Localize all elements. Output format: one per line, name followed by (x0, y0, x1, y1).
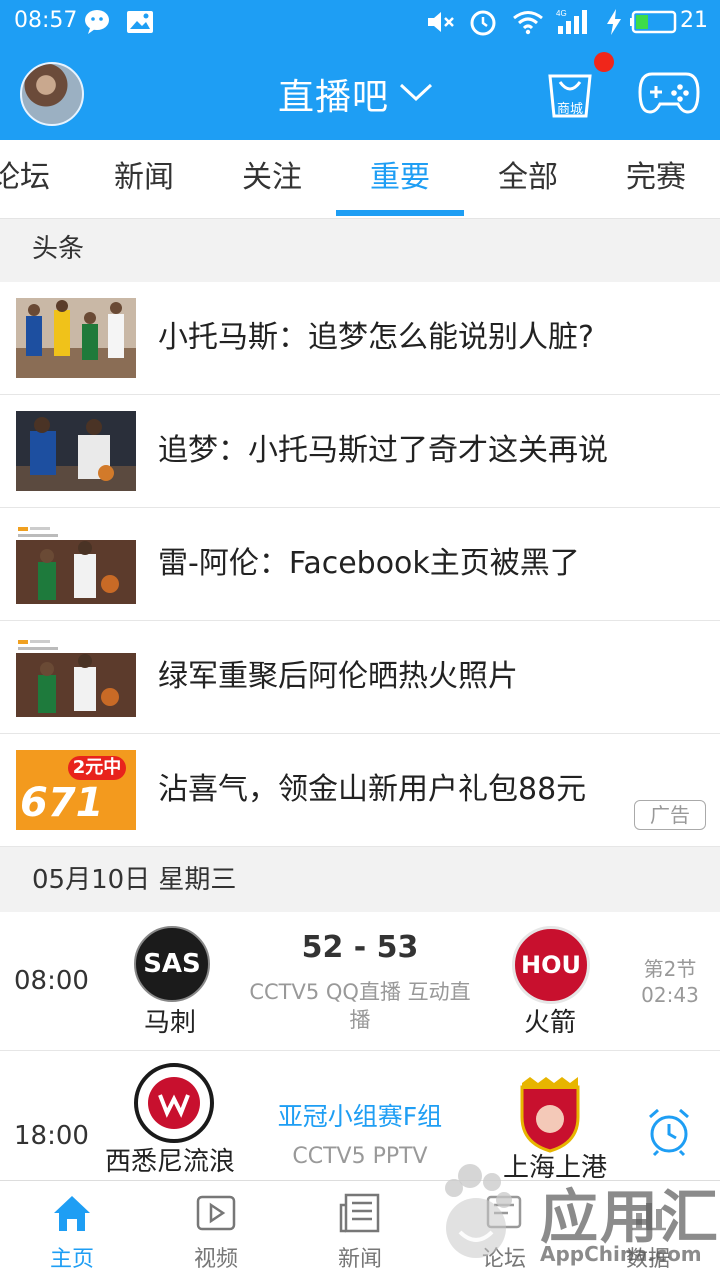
wechat-icon (84, 8, 114, 36)
alarm-icon (468, 8, 498, 36)
charging-icon (604, 8, 624, 36)
news-item[interactable]: 绿军重聚后阿伦晒热火照片 (0, 621, 720, 734)
tab-all[interactable]: 全部 (464, 140, 592, 218)
svg-text:4G: 4G (556, 9, 567, 18)
avatar[interactable] (20, 62, 84, 126)
ad-thumbnail: 2元中 671万 (16, 750, 136, 830)
tab-news[interactable]: 新闻 (80, 140, 208, 218)
section-header-headlines: 头条 (0, 219, 720, 279)
app-title: 直播吧 (278, 77, 390, 118)
tab-important[interactable]: 重要 (336, 140, 464, 218)
tab-forum[interactable]: 论坛 (0, 140, 70, 218)
ad-item[interactable]: 2元中 671万 沾喜气，领金山新用户礼包88元 广告 (0, 734, 720, 847)
spurs-logo: SAS (134, 926, 210, 1002)
tab-follow[interactable]: 关注 (208, 140, 336, 218)
ad-thumb-text: 671万 (20, 780, 104, 830)
wifi-icon (512, 8, 544, 36)
home-team-name: 西悉尼流浪 (104, 1147, 235, 1177)
news-item[interactable]: 小托马斯：追梦怎么能说别人脏? (0, 282, 720, 395)
status-time: 08:57 (14, 8, 78, 33)
ad-badge: 广告 (634, 800, 706, 830)
game-time: 08:00 (14, 966, 89, 996)
news-thumbnail (16, 637, 136, 717)
broadcast-channels: CCTV5 QQ直播 互动直播 (249, 980, 471, 1032)
battery-percent: 21 (680, 8, 708, 33)
nav-news[interactable]: 新闻 (288, 1181, 432, 1281)
news-title: 雷-阿伦：Facebook主页被黑了 (158, 546, 580, 581)
home-team-name: 马刺 (143, 1008, 196, 1038)
nav-home[interactable]: 主页 (0, 1181, 144, 1281)
gamepad-icon (638, 72, 700, 114)
appchina-watermark: 应用汇 AppChina.com (430, 1150, 720, 1280)
away-team-name: 火箭 (523, 1008, 576, 1038)
image-notification-icon (126, 8, 154, 36)
nav-video[interactable]: 视频 (144, 1181, 288, 1281)
wanderers-logo (134, 1063, 214, 1143)
game-time: 18:00 (14, 1121, 89, 1151)
news-item[interactable]: 追梦：小托马斯过了奇才这关再说 (0, 395, 720, 508)
shop-button[interactable]: 商城 (544, 66, 596, 120)
news-title: 追梦：小托马斯过了奇才这关再说 (158, 433, 608, 468)
tab-finished[interactable]: 完赛 (592, 140, 720, 218)
battery-icon (630, 8, 678, 36)
category-tabs: 论坛 新闻 关注 重要 全部 完赛 (0, 140, 720, 219)
shop-label: 商城 (556, 102, 583, 117)
watermark-logo-icon (445, 1164, 512, 1258)
rockets-logo: HOU (512, 926, 590, 1004)
nav-label: 主页 (49, 1247, 94, 1272)
app-bar: 直播吧 商城 (0, 44, 720, 140)
cellular-signal-icon: 4G (554, 8, 590, 36)
status-bar: 08:57 4G 21 (0, 0, 720, 44)
video-icon (196, 1195, 236, 1231)
newspaper-icon (339, 1193, 380, 1233)
sipg-logo (518, 1077, 582, 1153)
news-thumbnail (16, 524, 136, 604)
news-title: 小托马斯：追梦怎么能说别人脏? (158, 320, 594, 355)
news-item[interactable]: 雷-阿伦：Facebook主页被黑了 (0, 508, 720, 621)
news-thumbnail (16, 411, 136, 491)
ad-thumb-text: 2元中 (68, 756, 126, 780)
game-score: 52 - 53 (301, 930, 419, 965)
section-title: 头条 (32, 234, 85, 264)
nav-label: 新闻 (337, 1247, 382, 1272)
game-button[interactable] (638, 70, 700, 116)
game-row[interactable]: 08:00 SAS 马刺 52 - 53 CCTV5 QQ直播 互动直播 HOU… (0, 912, 720, 1051)
watermark-subtext: AppChina.com (540, 1242, 702, 1266)
date-label: 05月10日 星期三 (32, 865, 237, 895)
game-period: 第2节 (643, 957, 697, 981)
home-icon (54, 1196, 90, 1231)
channel-selector[interactable]: 直播吧 (278, 68, 433, 120)
notification-dot (594, 52, 614, 72)
section-header-date: 05月10日 星期三 (0, 848, 720, 912)
news-thumbnail (16, 298, 136, 378)
league-name: 亚冠小组赛F组 (277, 1102, 443, 1131)
active-tab-indicator (336, 210, 464, 216)
chevron-down-icon (399, 82, 433, 106)
mute-icon (426, 8, 456, 36)
news-title: 绿军重聚后阿伦晒热火照片 (158, 659, 518, 694)
game-clock: 02:43 (641, 983, 699, 1007)
news-title: 沾喜气，领金山新用户礼包88元 (158, 772, 587, 807)
nav-label: 视频 (193, 1247, 238, 1272)
